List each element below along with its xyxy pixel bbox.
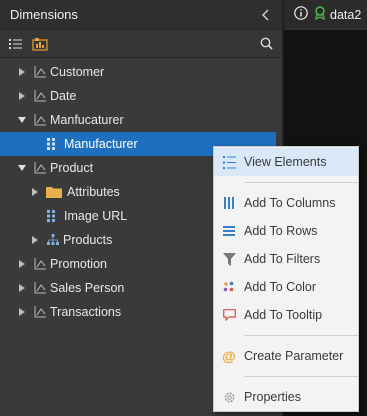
data-source-icon [314,6,326,23]
tree-item-label: Date [50,89,77,103]
hierarchy-icon [33,113,47,127]
info-icon[interactable] [294,6,308,23]
menu-item-add-to-tooltip[interactable]: Add To Tooltip [214,301,358,329]
tree-item-label: Promotion [50,257,107,271]
tree-item-date[interactable]: Date [0,84,282,108]
menu-divider [244,376,358,377]
tooltip-icon [222,308,236,322]
menu-item-create-parameter[interactable]: @ Create Parameter [214,342,358,370]
collapse-arrow-icon[interactable] [17,115,27,125]
data-source-tab[interactable]: data2 [330,8,361,22]
menu-item-label: Add To Color [244,280,317,294]
hierarchy-level-icon [46,233,60,247]
tree-item-label: Sales Person [50,281,125,295]
menu-item-label: Add To Filters [244,252,321,266]
menu-item-label: Create Parameter [244,349,344,363]
panel-title: Dimensions [10,7,78,22]
columns-icon [222,196,236,210]
hierarchy-icon [33,305,47,319]
tree-item-label: Transactions [50,305,122,319]
tree-item-label: Manufacturer [64,137,138,151]
hierarchy-icon [33,281,47,295]
menu-item-add-to-color[interactable]: Add To Color [214,273,358,301]
expand-arrow-icon[interactable] [17,67,27,77]
menu-divider [244,335,358,336]
at-sign-icon: @ [222,348,236,364]
menu-item-label: Properties [244,390,301,404]
expand-arrow-icon[interactable] [17,91,27,101]
color-icon [222,280,236,294]
expand-arrow-icon[interactable] [17,307,27,317]
view-elements-icon [222,155,236,169]
rows-icon [222,224,236,238]
tree-item-label: Customer [50,65,105,79]
panel-toolbar [0,30,282,58]
tree-item-manfucaturer[interactable]: Manfucaturer [0,108,282,132]
filter-icon [222,252,236,266]
menu-divider [244,182,358,183]
gear-icon [222,390,236,404]
expand-arrow-icon[interactable] [30,187,40,197]
hierarchy-icon [33,65,47,79]
menu-item-add-to-filters[interactable]: Add To Filters [214,245,358,273]
level-icon [44,209,58,223]
cube-view-icon[interactable] [32,36,48,52]
expand-arrow-icon[interactable] [17,259,27,269]
tree-item-label: Manfucaturer [50,113,124,127]
hierarchy-icon [33,89,47,103]
context-menu: View Elements Add To Columns Add To Rows… [213,146,359,412]
expand-arrow-icon[interactable] [17,283,27,293]
tree-item-label: Product [50,161,94,175]
tree-item-label: Products [63,233,113,247]
tree-item-label: Image URL [64,209,128,223]
tree-item-label: Attributes [67,185,120,199]
menu-item-properties[interactable]: Properties [214,383,358,411]
panel-header: Dimensions [0,0,282,30]
hierarchy-icon [33,257,47,271]
hierarchy-icon [33,161,47,175]
collapse-arrow-icon[interactable] [17,163,27,173]
folder-icon [46,185,62,199]
tree-item-customer[interactable]: Customer [0,60,282,84]
menu-item-label: View Elements [244,155,327,169]
menu-item-view-elements[interactable]: View Elements [214,148,358,176]
menu-item-add-to-rows[interactable]: Add To Rows [214,217,358,245]
menu-item-label: Add To Columns [244,196,336,210]
list-view-icon[interactable] [8,36,24,52]
menu-item-label: Add To Rows [244,224,318,238]
level-icon [44,137,58,151]
collapse-panel-icon[interactable] [258,7,274,23]
search-icon[interactable] [258,36,274,52]
menu-item-label: Add To Tooltip [244,308,323,322]
menu-item-add-to-columns[interactable]: Add To Columns [214,189,358,217]
expand-arrow-icon[interactable] [30,235,40,245]
report-tab-bar: data2 [284,0,367,30]
